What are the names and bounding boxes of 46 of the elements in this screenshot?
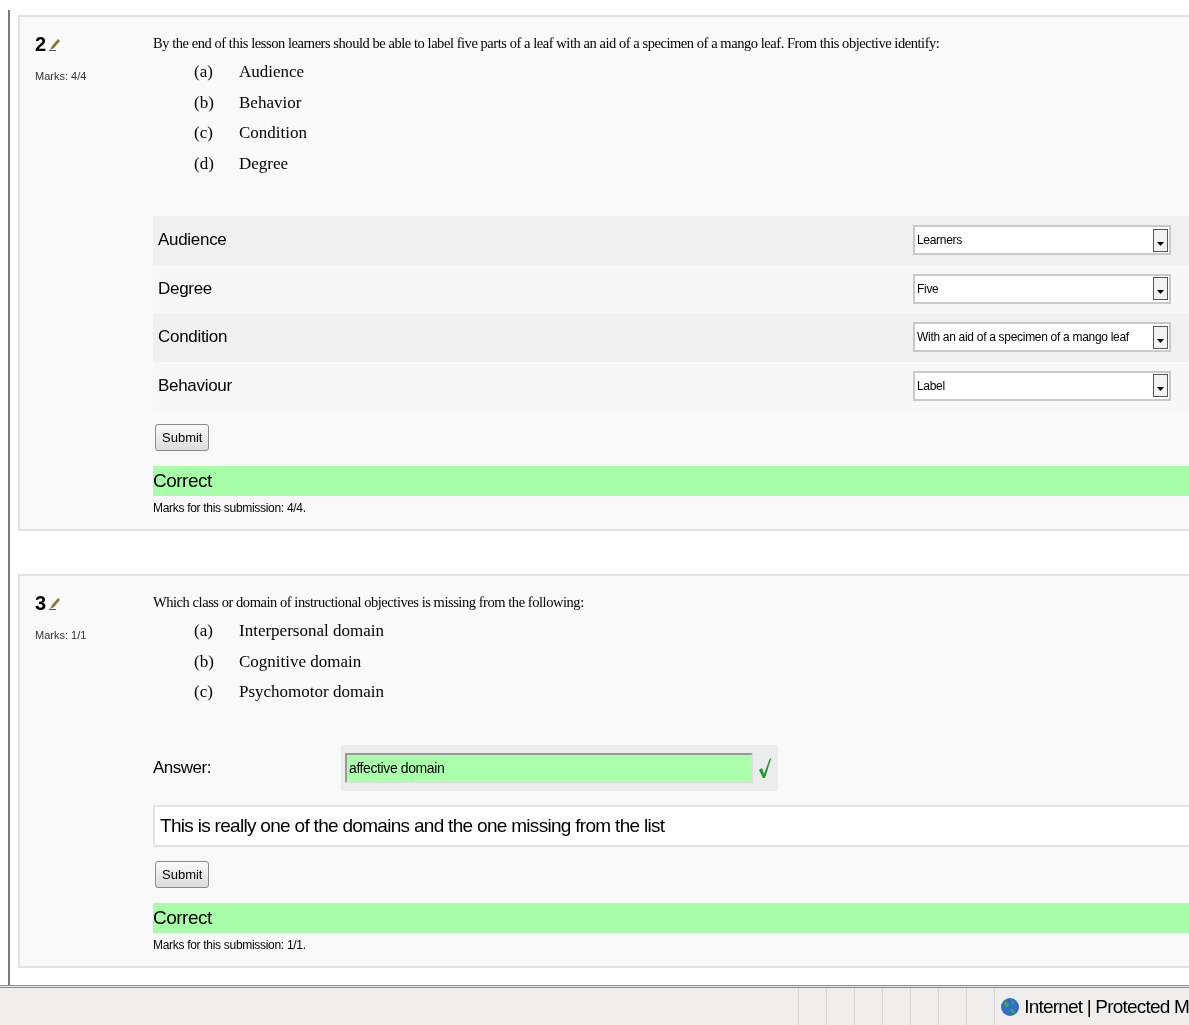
answer-field[interactable]: affective domain — [345, 752, 753, 783]
dropdown[interactable]: Learners — [913, 225, 1171, 256]
option-text: Audience — [239, 62, 305, 83]
question-number: 3 — [35, 592, 46, 615]
option-text: Degree — [239, 153, 289, 174]
marks-text: Marks: 4/4 — [35, 70, 88, 82]
option-letter: (d) — [194, 153, 215, 174]
option-text: Condition — [239, 123, 307, 144]
option-text: Interpersonal domain — [239, 621, 384, 642]
check-icon — [758, 756, 772, 779]
answer-label: Answer: — [153, 757, 212, 778]
match-label: Behaviour — [158, 375, 232, 396]
submission-marks: Marks for this submission: 1/1. — [153, 937, 307, 952]
pencil-icon[interactable] — [49, 597, 62, 610]
feedback-text: This is really one of the domains and the one missing from the list — [153, 804, 1189, 847]
option-letter: (b) — [194, 651, 215, 672]
match-label: Degree — [158, 278, 212, 299]
caret-icon — [1153, 277, 1168, 301]
question-number: 2 — [35, 33, 46, 56]
caret-icon — [1153, 325, 1168, 349]
result-banner: Correct — [153, 902, 1189, 933]
caret-icon — [1153, 374, 1168, 398]
submit-button[interactable]: Submit — [155, 424, 210, 451]
question-text: By the end of this lesson learners should be able to label five parts of a leaf with an aid of a specimen of a mango leaf. From this objective identify: — [153, 35, 941, 52]
result-banner: Correct — [153, 466, 1189, 496]
option-letter: (a) — [194, 621, 214, 642]
option-letter: (c) — [194, 123, 214, 144]
caret-icon — [1153, 228, 1168, 252]
submit-button[interactable]: Submit — [155, 860, 210, 888]
submission-marks: Marks for this submission: 4/4. — [153, 501, 307, 515]
option-text: Cognitive domain — [239, 651, 362, 672]
option-letter: (b) — [194, 92, 215, 113]
pencil-icon[interactable] — [49, 38, 62, 51]
dropdown[interactable]: Five — [913, 273, 1171, 304]
option-text: Behavior — [239, 92, 302, 113]
match-label: Condition — [158, 327, 228, 348]
option-letter: (c) — [194, 682, 214, 703]
globe-icon — [1000, 996, 1021, 1017]
marks-text: Marks: 1/1 — [35, 629, 88, 641]
option-letter: (a) — [194, 62, 214, 83]
option-text: Psychomotor domain — [239, 682, 384, 703]
dropdown[interactable]: With an aid of a specimen of a mango leaf — [913, 322, 1171, 353]
match-label: Audience — [158, 230, 227, 251]
status-zone-text: Internet | Protected M — [1024, 995, 1189, 1018]
question-text: Which class or domain of instructional objectives is missing from the following: — [153, 594, 585, 611]
dropdown[interactable]: Label — [913, 370, 1171, 401]
